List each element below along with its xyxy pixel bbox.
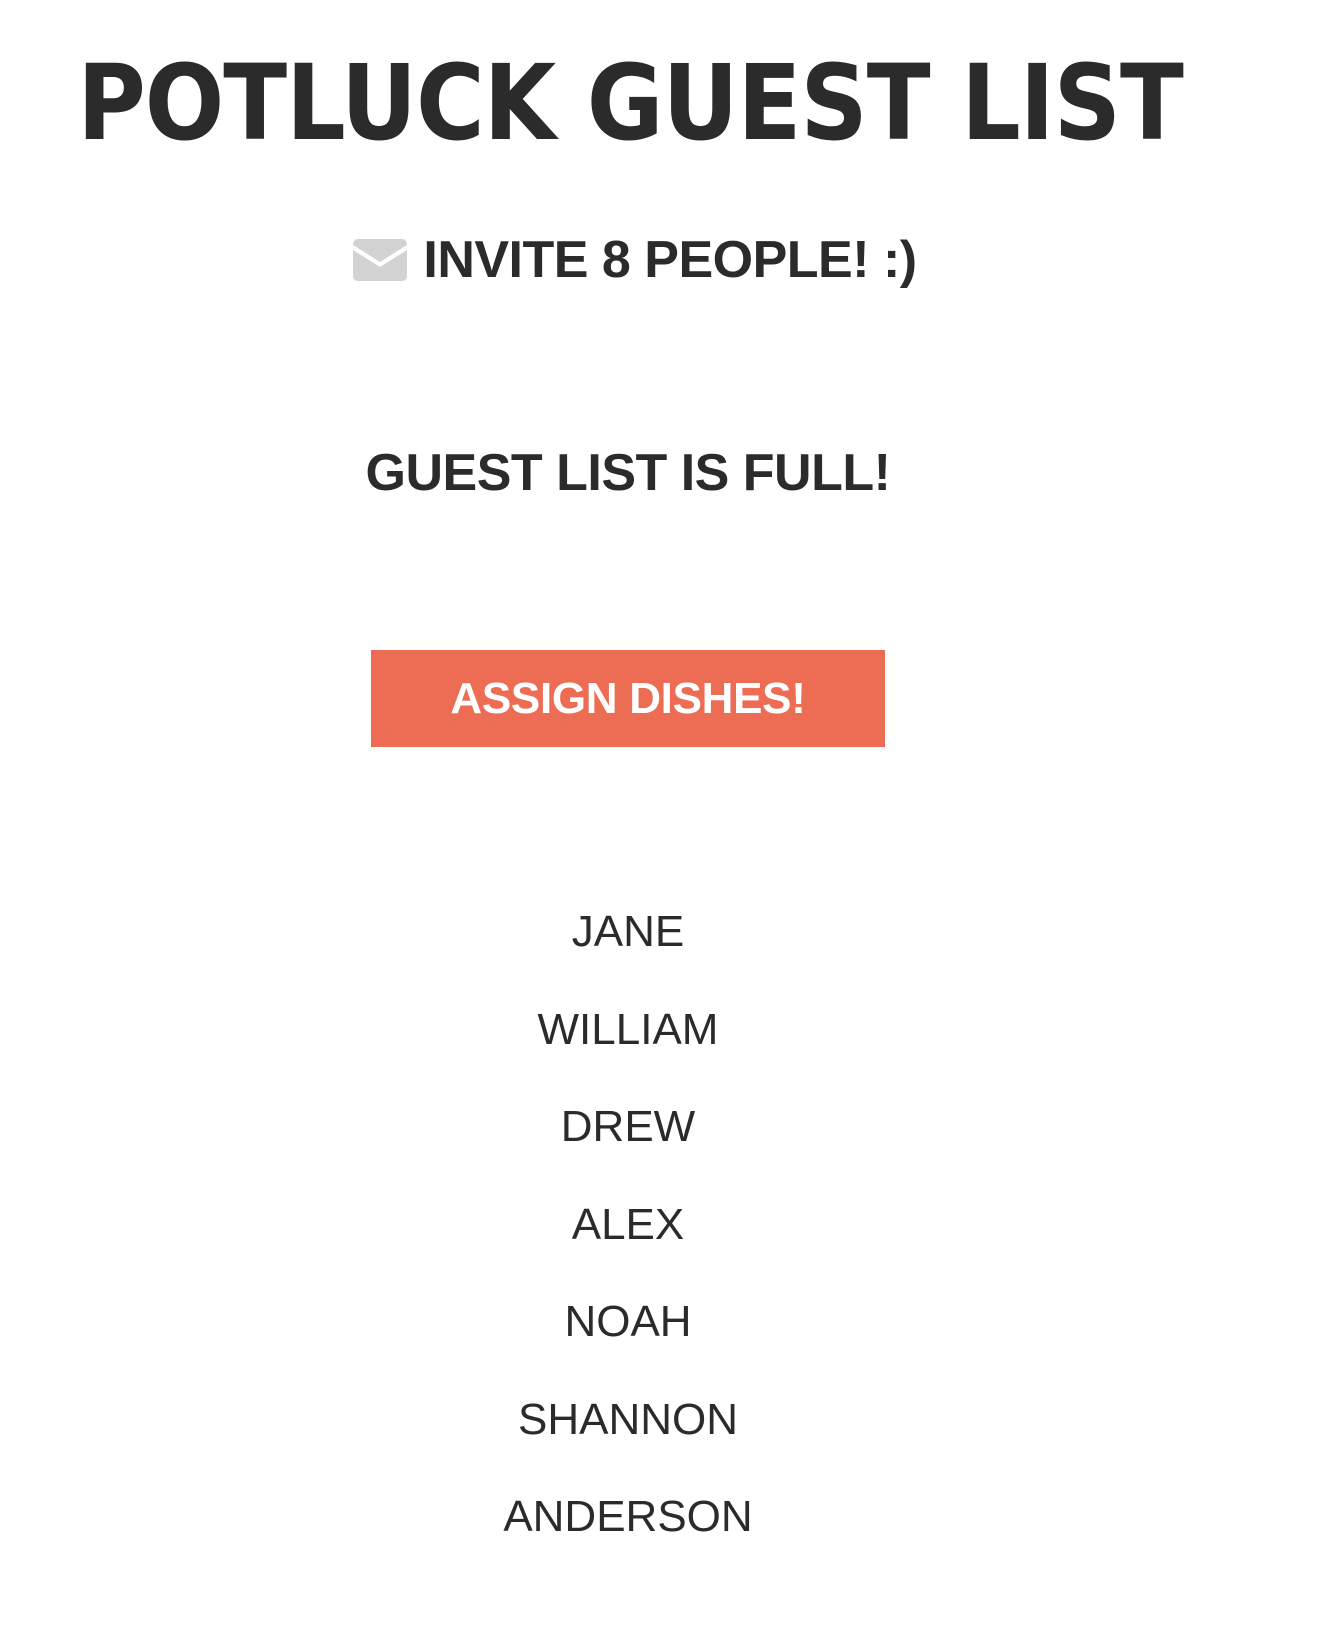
guest-item: DREW [560,1102,696,1151]
invite-text: INVITE 8 PEOPLE! :) [423,231,917,289]
guest-item: ALEX [571,1199,685,1249]
invite-banner: INVITE 8 PEOPLE! :) [0,228,1260,292]
page-title: POTLUCK GUEST LIST [77,42,1184,164]
page: POTLUCK GUEST LIST INVITE 8 PEOPLE! :) G… [0,0,1260,1638]
guest-item: WILLIAM [537,1004,719,1054]
guest-list-status: GUEST LIST IS FULL! [365,444,891,502]
guest-item: SHANNON [517,1394,739,1444]
guest-item: NOAH [564,1297,692,1346]
guest-list: JANE WILLIAM DREW ALEX NOAH SHANNON ANDE… [0,898,1256,1581]
assign-dishes-button[interactable]: ASSIGN DISHES! [371,650,885,747]
invite-banner-content: INVITE 8 PEOPLE! :) [343,228,917,292]
guest-item: JANE [571,907,685,956]
envelope-icon [353,239,408,281]
guest-item: ANDERSON [503,1492,753,1541]
